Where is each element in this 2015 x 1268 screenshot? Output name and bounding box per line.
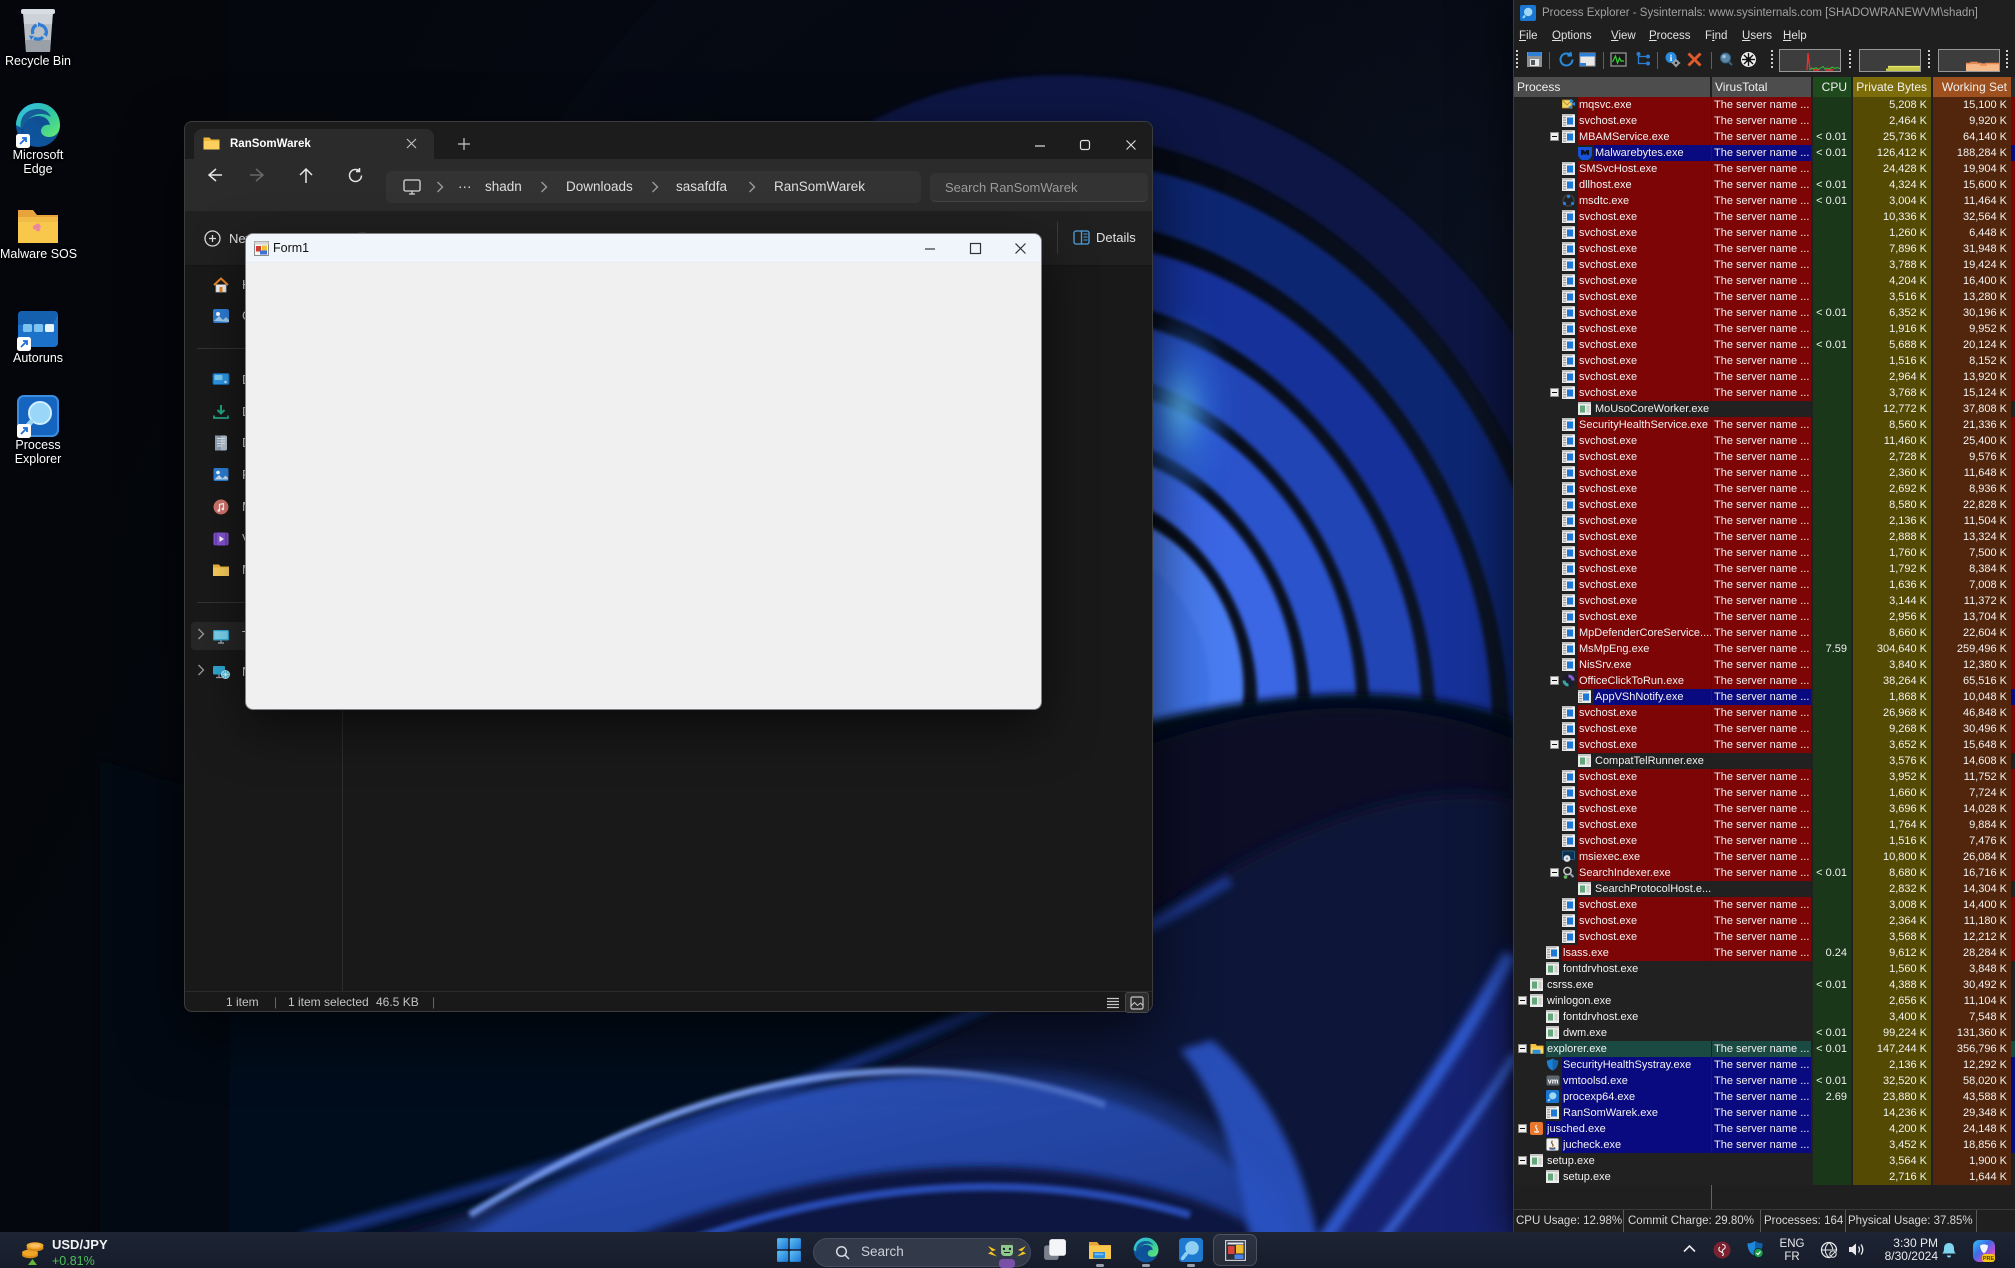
svg-text:PRE: PRE	[1983, 1256, 1995, 1262]
svg-text:vm: vm	[1548, 1077, 1559, 1086]
